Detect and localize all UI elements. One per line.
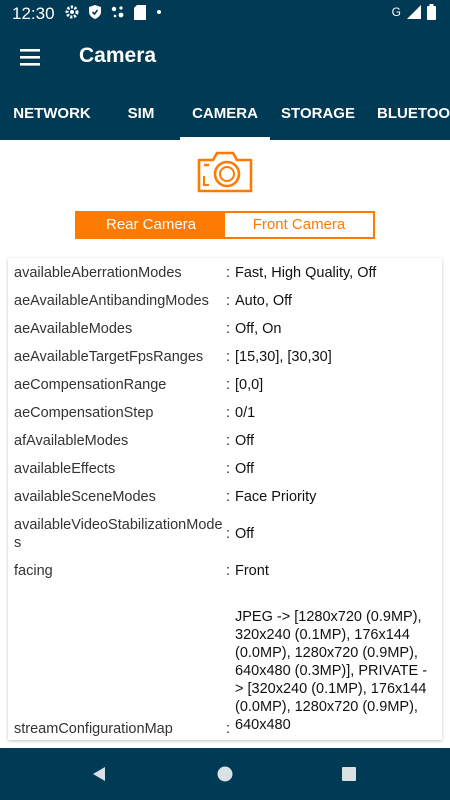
battery-icon [427, 4, 436, 20]
status-time: 12:30 [12, 4, 55, 23]
property-row: afAvailableModes : Off [8, 432, 442, 460]
property-separator: : [226, 377, 231, 393]
rear-camera-button[interactable]: Rear Camera [77, 213, 225, 237]
app-bar: Camera [0, 28, 450, 86]
property-key: availableEffects [14, 461, 116, 477]
notification-icons [64, 4, 164, 20]
property-row: availableEffects : Off [8, 460, 442, 488]
property-key: aeAvailableTargetFpsRanges [14, 349, 204, 365]
signal-icon [407, 5, 421, 19]
property-separator: : [226, 349, 231, 365]
properties-card: availableAberrationModes : Fast, High Qu… [8, 258, 442, 740]
property-row: aeCompensationRange : [0,0] [8, 376, 442, 404]
tab-storage[interactable]: STORAGE [272, 86, 364, 140]
property-row: aeCompensationStep : 0/1 [8, 404, 442, 432]
status-bar: 12:30 G [0, 0, 450, 28]
property-key: streamConfigurationMap [14, 721, 173, 737]
property-separator: : [226, 461, 231, 477]
property-value: Front [235, 563, 269, 579]
property-separator: : [226, 265, 231, 281]
settings-icon [65, 5, 79, 19]
property-value: JPEG -> [1280x720 (0.9MP), 320x240 (0.1M… [235, 609, 428, 733]
back-icon[interactable] [90, 765, 108, 783]
shield-icon [89, 5, 101, 19]
property-separator: : [226, 433, 231, 449]
home-icon[interactable] [216, 765, 234, 783]
property-value: 0/1 [235, 405, 256, 421]
page-title: Camera [79, 44, 157, 67]
property-row: availableAberrationModes : Fast, High Qu… [8, 264, 442, 292]
network-type-label: G [391, 5, 401, 19]
navigation-bar [0, 748, 450, 800]
property-row: streamConfigurationMap : JPEG -> [1280x7… [8, 608, 442, 740]
property-key: availableVideoStabilizationModes [14, 517, 223, 551]
system-icons: G [392, 4, 436, 20]
hamburger-menu-icon [20, 49, 40, 66]
property-row: availableVideoStabilizationModes : Off [8, 516, 442, 558]
property-value: Off [235, 433, 255, 449]
property-value: [0,0] [235, 377, 264, 393]
tab-sim[interactable]: SIM [104, 86, 178, 140]
property-value: Off [235, 461, 255, 477]
camera-selector: Rear Camera Front Camera [75, 211, 375, 239]
property-separator: : [226, 526, 231, 542]
property-separator: : [226, 293, 231, 309]
property-key: afAvailableModes [14, 433, 129, 449]
property-key: aeAvailableModes [14, 321, 133, 337]
property-value: Fast, High Quality, Off [235, 265, 377, 281]
property-key: aeCompensationRange [14, 377, 167, 393]
property-row: facing : Front [8, 562, 442, 590]
property-row: availableSceneModes : Face Priority [8, 488, 442, 516]
property-key: aeCompensationStep [14, 405, 154, 421]
property-separator: : [226, 721, 231, 737]
property-value: Auto, Off [235, 293, 292, 309]
property-value: Off, On [235, 321, 282, 337]
property-separator: : [226, 489, 231, 505]
property-value: Off [235, 526, 255, 542]
sd-card-icon [134, 4, 146, 20]
dot-icon [157, 10, 161, 14]
tab-bluetooth[interactable]: BLUETOOTH [370, 86, 450, 140]
property-value: Face Priority [235, 489, 317, 505]
camera-icon [197, 151, 253, 193]
property-separator: : [226, 405, 231, 421]
property-key: availableSceneModes [14, 489, 156, 505]
property-key: aeAvailableAntibandingModes [14, 293, 209, 309]
recents-icon[interactable] [341, 766, 357, 782]
property-value: [15,30], [30,30] [235, 349, 332, 365]
property-separator: : [226, 563, 231, 579]
menu-button[interactable] [12, 40, 48, 74]
tab-camera[interactable]: CAMERA [180, 86, 270, 140]
tab-network[interactable]: NETWORK [4, 86, 100, 140]
property-row: aeAvailableTargetFpsRanges : [15,30], [3… [8, 348, 442, 376]
tab-bar: NETWORK SIM CAMERA STORAGE BLUETOOTH [0, 86, 450, 140]
property-row: aeAvailableModes : Off, On [8, 320, 442, 348]
property-row: aeAvailableAntibandingModes : Auto, Off [8, 292, 442, 320]
property-key: availableAberrationModes [14, 265, 182, 281]
property-separator: : [226, 321, 231, 337]
assistant-dots-icon [111, 6, 124, 18]
property-key: facing [14, 563, 53, 579]
front-camera-button[interactable]: Front Camera [225, 213, 373, 237]
